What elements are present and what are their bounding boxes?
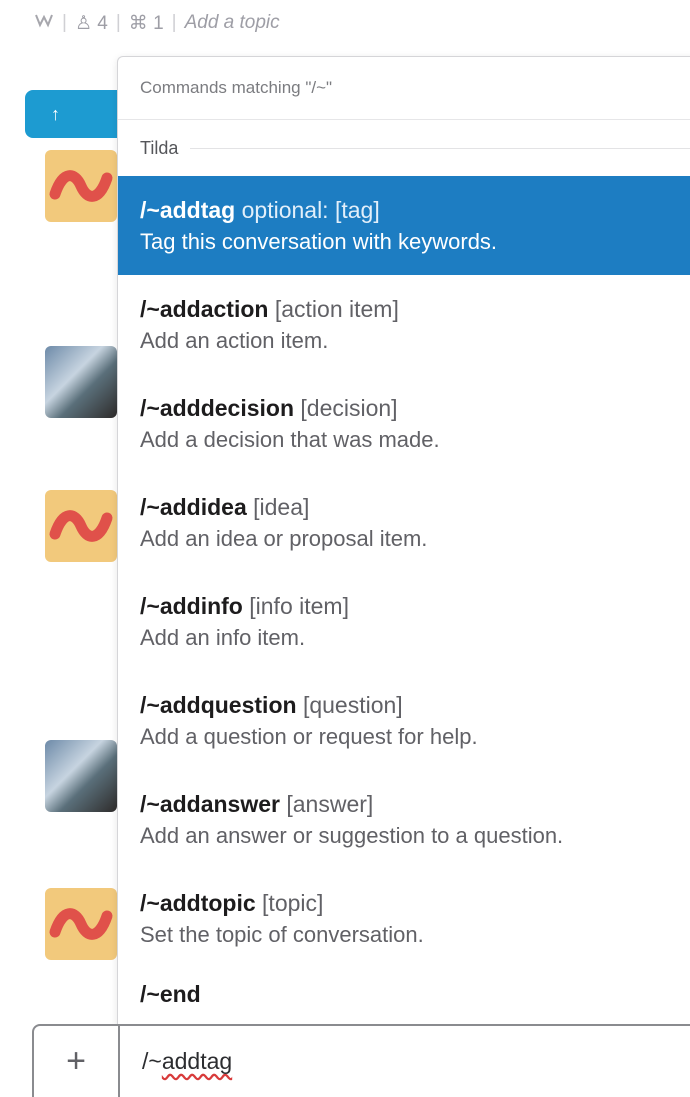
- message-input-prefix: /~: [142, 1048, 162, 1074]
- autocomplete-header: Commands matching "/~": [118, 57, 690, 120]
- command-name: /~addanswer: [140, 790, 280, 817]
- tilde-logo-icon: [49, 908, 113, 940]
- command-item-addinfo[interactable]: /~addinfo [info item] Add an info item.: [118, 572, 690, 671]
- command-description: Set the topic of conversation.: [140, 921, 424, 947]
- group-divider: [190, 147, 690, 149]
- command-args: [idea]: [253, 493, 310, 520]
- header-separator: |: [115, 12, 121, 33]
- tilda-avatar[interactable]: [45, 490, 117, 562]
- command-args: [topic]: [262, 889, 324, 916]
- command-args: [decision]: [300, 394, 398, 421]
- command-description: Add an info item.: [140, 624, 306, 650]
- message-composer: + /~ addtag: [32, 1024, 690, 1097]
- command-name: /~end: [140, 981, 201, 1007]
- command-args: [info item]: [249, 592, 349, 619]
- header-separator: |: [62, 12, 67, 33]
- tilda-avatar[interactable]: [45, 888, 117, 960]
- pin-count[interactable]: ⌘ 1: [129, 12, 164, 35]
- command-description: Tag this conversation with keywords.: [140, 228, 498, 254]
- command-name: /~addidea: [140, 493, 247, 520]
- command-item-adddecision[interactable]: /~adddecision [decision] Add a decision …: [118, 374, 690, 473]
- tilde-logo-icon: [49, 510, 113, 542]
- command-item-addtag[interactable]: /~addtag optional: [tag] Tag this conver…: [118, 176, 690, 275]
- user-avatar[interactable]: [45, 740, 117, 812]
- command-name: /~addtopic: [140, 889, 256, 916]
- pin-icon: ⌘: [128, 12, 148, 34]
- member-count[interactable]: ♙ 4: [75, 12, 108, 35]
- command-description: Add an idea or proposal item.: [140, 525, 428, 551]
- command-item-addaction[interactable]: /~addaction [action item] Add an action …: [118, 275, 690, 374]
- command-name: /~addtag: [140, 196, 236, 223]
- slack-channel-view: | ♙ 4 | ⌘ 1 | Add a topic ↑ Commands mat…: [0, 0, 690, 1097]
- command-name: /~addinfo: [140, 592, 243, 619]
- command-item-addidea[interactable]: /~addidea [idea] Add an idea or proposal…: [118, 473, 690, 572]
- arrow-up-icon: ↑: [51, 103, 60, 124]
- command-group-header: Tilda: [118, 120, 690, 176]
- command-item-addanswer[interactable]: /~addanswer [answer] Add an answer or su…: [118, 770, 690, 869]
- add-attachment-button[interactable]: +: [34, 1026, 120, 1097]
- star-icon[interactable]: [34, 11, 54, 35]
- command-item-addquestion[interactable]: /~addquestion [question] Add a question …: [118, 671, 690, 770]
- command-group-label: Tilda: [140, 137, 179, 158]
- user-avatar[interactable]: [45, 346, 117, 418]
- command-description: Add a decision that was made.: [140, 426, 440, 452]
- command-description: Add an answer or suggestion to a questio…: [140, 822, 564, 848]
- command-name: /~adddecision: [140, 394, 295, 421]
- command-args: [action item]: [274, 295, 399, 322]
- header-separator: |: [171, 12, 177, 33]
- command-description: Add an action item.: [140, 327, 329, 353]
- command-item-end[interactable]: /~end: [118, 968, 690, 1025]
- command-autocomplete-popup: Commands matching "/~" Tilda /~addtag op…: [117, 56, 690, 1026]
- command-name: /~addaction: [140, 295, 269, 322]
- add-topic-link[interactable]: Add a topic: [185, 12, 280, 34]
- command-description: Add a question or request for help.: [140, 723, 478, 749]
- person-icon: ♙: [74, 12, 92, 34]
- message-input-misspelled-word: addtag: [161, 1048, 233, 1074]
- command-name: /~addquestion: [140, 691, 297, 718]
- command-args: [question]: [302, 691, 403, 718]
- message-input[interactable]: /~ addtag: [120, 1026, 690, 1097]
- command-args: optional: [tag]: [241, 196, 380, 223]
- command-args: [answer]: [286, 790, 374, 817]
- command-item-addtopic[interactable]: /~addtopic [topic] Set the topic of conv…: [118, 869, 690, 968]
- tilda-avatar[interactable]: [45, 150, 117, 222]
- tilde-logo-icon: [49, 170, 113, 202]
- channel-header-info: | ♙ 4 | ⌘ 1 | Add a topic: [34, 6, 280, 40]
